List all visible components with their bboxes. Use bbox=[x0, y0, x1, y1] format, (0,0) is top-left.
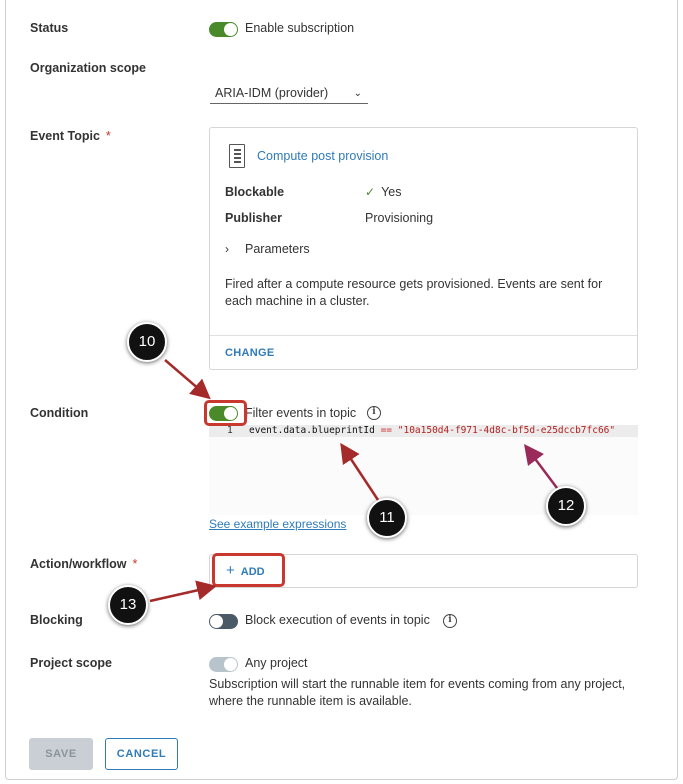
event-topic-card: Compute post provision Blockable ✓ Yes Pu… bbox=[209, 127, 638, 370]
project-scope-helper: Subscription will start the runnable ite… bbox=[209, 677, 626, 708]
blocking-toggle-label: Block execution of events in topic bbox=[245, 613, 430, 627]
divider bbox=[210, 335, 637, 336]
blocking-toggle[interactable] bbox=[209, 614, 238, 629]
project-scope-toggle-label: Any project bbox=[245, 656, 308, 670]
parameters-expander[interactable]: › Parameters bbox=[225, 242, 310, 256]
status-toggle-label: Enable subscription bbox=[245, 21, 355, 35]
chevron-down-icon: ⌄ bbox=[353, 88, 362, 99]
callout-10: 10 bbox=[127, 322, 167, 362]
status-toggle[interactable] bbox=[209, 22, 238, 37]
event-topic-label: Event Topic * bbox=[30, 129, 111, 143]
project-scope-toggle bbox=[209, 657, 238, 672]
organization-scope-select[interactable]: ARIA-IDM (provider) ⌄ bbox=[210, 84, 368, 104]
save-button[interactable]: SAVE bbox=[29, 738, 93, 770]
add-button-highlight bbox=[212, 553, 285, 587]
blockable-value: ✓ Yes bbox=[365, 185, 402, 199]
publisher-value: Provisioning bbox=[365, 211, 434, 225]
info-icon[interactable]: i bbox=[443, 614, 457, 628]
action-workflow-label: Action/workflow * bbox=[30, 557, 138, 571]
blocking-label: Blocking bbox=[30, 613, 83, 627]
see-example-expressions-link[interactable]: See example expressions bbox=[209, 517, 346, 531]
change-topic-button[interactable]: CHANGE bbox=[225, 347, 274, 359]
callout-13: 13 bbox=[108, 585, 148, 625]
blockable-label: Blockable bbox=[225, 185, 285, 199]
required-mark: * bbox=[132, 557, 138, 571]
publisher-label: Publisher bbox=[225, 211, 282, 225]
chevron-right-icon: › bbox=[225, 242, 229, 256]
project-scope-label: Project scope bbox=[30, 656, 112, 670]
status-label: Status bbox=[30, 21, 69, 35]
info-icon[interactable]: i bbox=[367, 406, 381, 420]
organization-scope-value: ARIA-IDM (provider) bbox=[215, 86, 329, 100]
condition-expression: event.data.blueprintId == "10a150d4-f971… bbox=[249, 425, 616, 436]
callout-12: 12 bbox=[546, 486, 586, 526]
cancel-button[interactable]: CANCEL bbox=[105, 738, 178, 770]
required-mark: * bbox=[105, 129, 111, 143]
topic-description: Fired after a compute resource gets prov… bbox=[225, 277, 603, 308]
condition-toggle-highlight bbox=[204, 400, 247, 426]
document-list-icon bbox=[229, 144, 245, 168]
topic-name[interactable]: Compute post provision bbox=[257, 149, 388, 163]
condition-label: Condition bbox=[30, 406, 89, 420]
line-number: 1 bbox=[227, 425, 233, 436]
condition-toggle-label: Filter events in topic bbox=[245, 406, 357, 420]
callout-11: 11 bbox=[367, 498, 407, 538]
organization-scope-label: Organization scope bbox=[30, 61, 146, 75]
check-icon: ✓ bbox=[365, 185, 376, 199]
